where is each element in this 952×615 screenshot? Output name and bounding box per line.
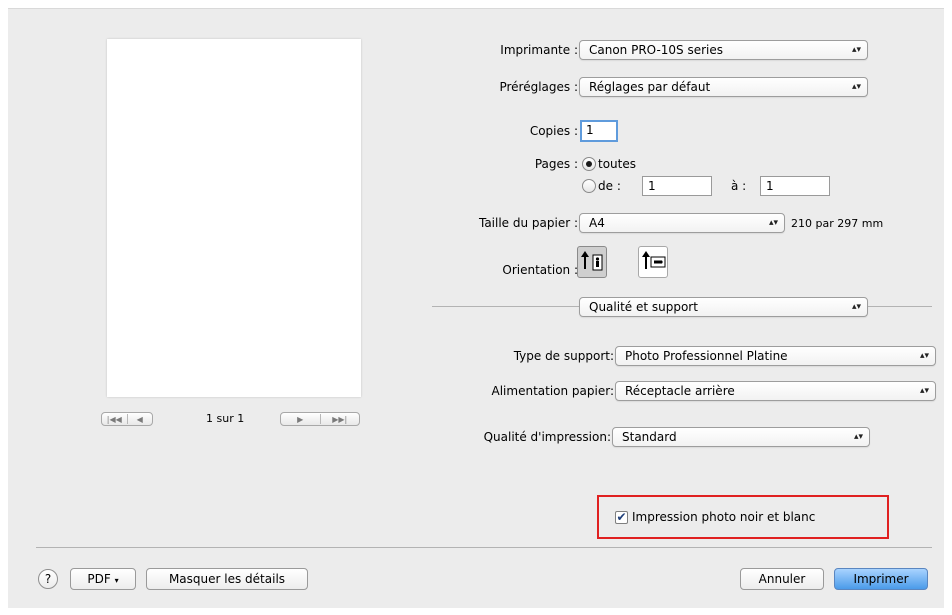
dropdown-arrow-icon: ▾	[114, 576, 119, 585]
presets-value: Réglages par défaut	[589, 80, 711, 94]
pages-to-field[interactable]: 1	[760, 176, 830, 196]
next-page-icon[interactable]: ▶	[281, 415, 320, 424]
print-preview	[107, 39, 361, 397]
pages-range-radio[interactable]	[582, 179, 596, 193]
page-counter: 1 sur 1	[206, 412, 245, 425]
paper-source-select[interactable]: Réceptacle arrière ▴▾	[615, 381, 936, 401]
footer-divider	[36, 547, 932, 548]
print-dialog: |◀◀ ◀ 1 sur 1 ▶ ▶▶| Imprimante : Canon P…	[8, 8, 944, 608]
paper-size-select[interactable]: A4 ▴▾	[579, 213, 785, 233]
paper-source-label: Alimentation papier:	[491, 384, 614, 398]
section-divider-left	[432, 306, 579, 307]
paper-size-value: A4	[589, 216, 605, 230]
popup-arrows-icon: ▴▾	[851, 302, 861, 312]
copies-field[interactable]: 1	[580, 120, 618, 142]
popup-arrows-icon: ▴▾	[851, 45, 861, 55]
pages-from-label: de :	[598, 179, 621, 193]
print-quality-label: Qualité d'impression:	[483, 430, 611, 444]
media-type-value: Photo Professionnel Platine	[625, 349, 788, 363]
section-select[interactable]: Qualité et support ▴▾	[579, 297, 868, 317]
preview-forward-buttons[interactable]: ▶ ▶▶|	[280, 412, 360, 426]
presets-label: Préréglages :	[499, 80, 578, 94]
pages-from-field[interactable]: 1	[642, 176, 712, 196]
pages-label: Pages :	[534, 157, 578, 171]
popup-arrows-icon: ▴▾	[919, 351, 929, 361]
popup-arrows-icon: ▴▾	[919, 386, 929, 396]
help-button[interactable]: ?	[38, 569, 58, 589]
print-button[interactable]: Imprimer	[834, 568, 928, 590]
media-type-select[interactable]: Photo Professionnel Platine ▴▾	[615, 346, 936, 366]
popup-arrows-icon: ▴▾	[853, 432, 863, 442]
radio-dot-icon	[586, 161, 592, 167]
presets-select[interactable]: Réglages par défaut ▴▾	[579, 77, 868, 97]
popup-arrows-icon: ▴▾	[768, 218, 778, 228]
cancel-button[interactable]: Annuler	[740, 568, 824, 590]
hide-details-button[interactable]: Masquer les détails	[146, 568, 308, 590]
pages-all-radio[interactable]	[582, 157, 596, 171]
pdf-menu-button[interactable]: PDF ▾	[70, 568, 136, 590]
landscape-orientation-icon	[642, 251, 666, 269]
print-quality-value: Standard	[622, 430, 677, 444]
portrait-orientation-icon	[581, 251, 603, 271]
section-divider-right	[868, 306, 932, 307]
section-value: Qualité et support	[589, 300, 698, 314]
bw-photo-label: Impression photo noir et blanc	[632, 510, 816, 524]
first-page-icon[interactable]: |◀◀	[102, 415, 127, 424]
bw-photo-checkbox[interactable]: ✔	[615, 511, 628, 524]
preview-back-buttons[interactable]: |◀◀ ◀	[101, 412, 153, 426]
orientation-label: Orientation :	[502, 263, 578, 277]
paper-source-value: Réceptacle arrière	[625, 384, 735, 398]
pages-to-label: à :	[731, 179, 747, 193]
paper-dimensions: 210 par 297 mm	[791, 217, 884, 230]
paper-size-label: Taille du papier :	[478, 216, 578, 230]
printer-value: Canon PRO-10S series	[589, 43, 724, 57]
last-page-icon[interactable]: ▶▶|	[321, 415, 360, 424]
pages-all-label: toutes	[598, 157, 636, 171]
print-quality-select[interactable]: Standard ▴▾	[612, 427, 870, 447]
copies-label: Copies :	[529, 124, 578, 138]
printer-label: Imprimante :	[500, 43, 578, 57]
popup-arrows-icon: ▴▾	[851, 82, 861, 92]
pdf-label: PDF	[87, 572, 111, 586]
landscape-orientation-button[interactable]	[638, 246, 668, 278]
media-type-label: Type de support:	[513, 349, 614, 363]
printer-select[interactable]: Canon PRO-10S series ▴▾	[579, 40, 868, 60]
previous-page-icon[interactable]: ◀	[128, 415, 153, 424]
portrait-orientation-button[interactable]	[577, 246, 607, 278]
